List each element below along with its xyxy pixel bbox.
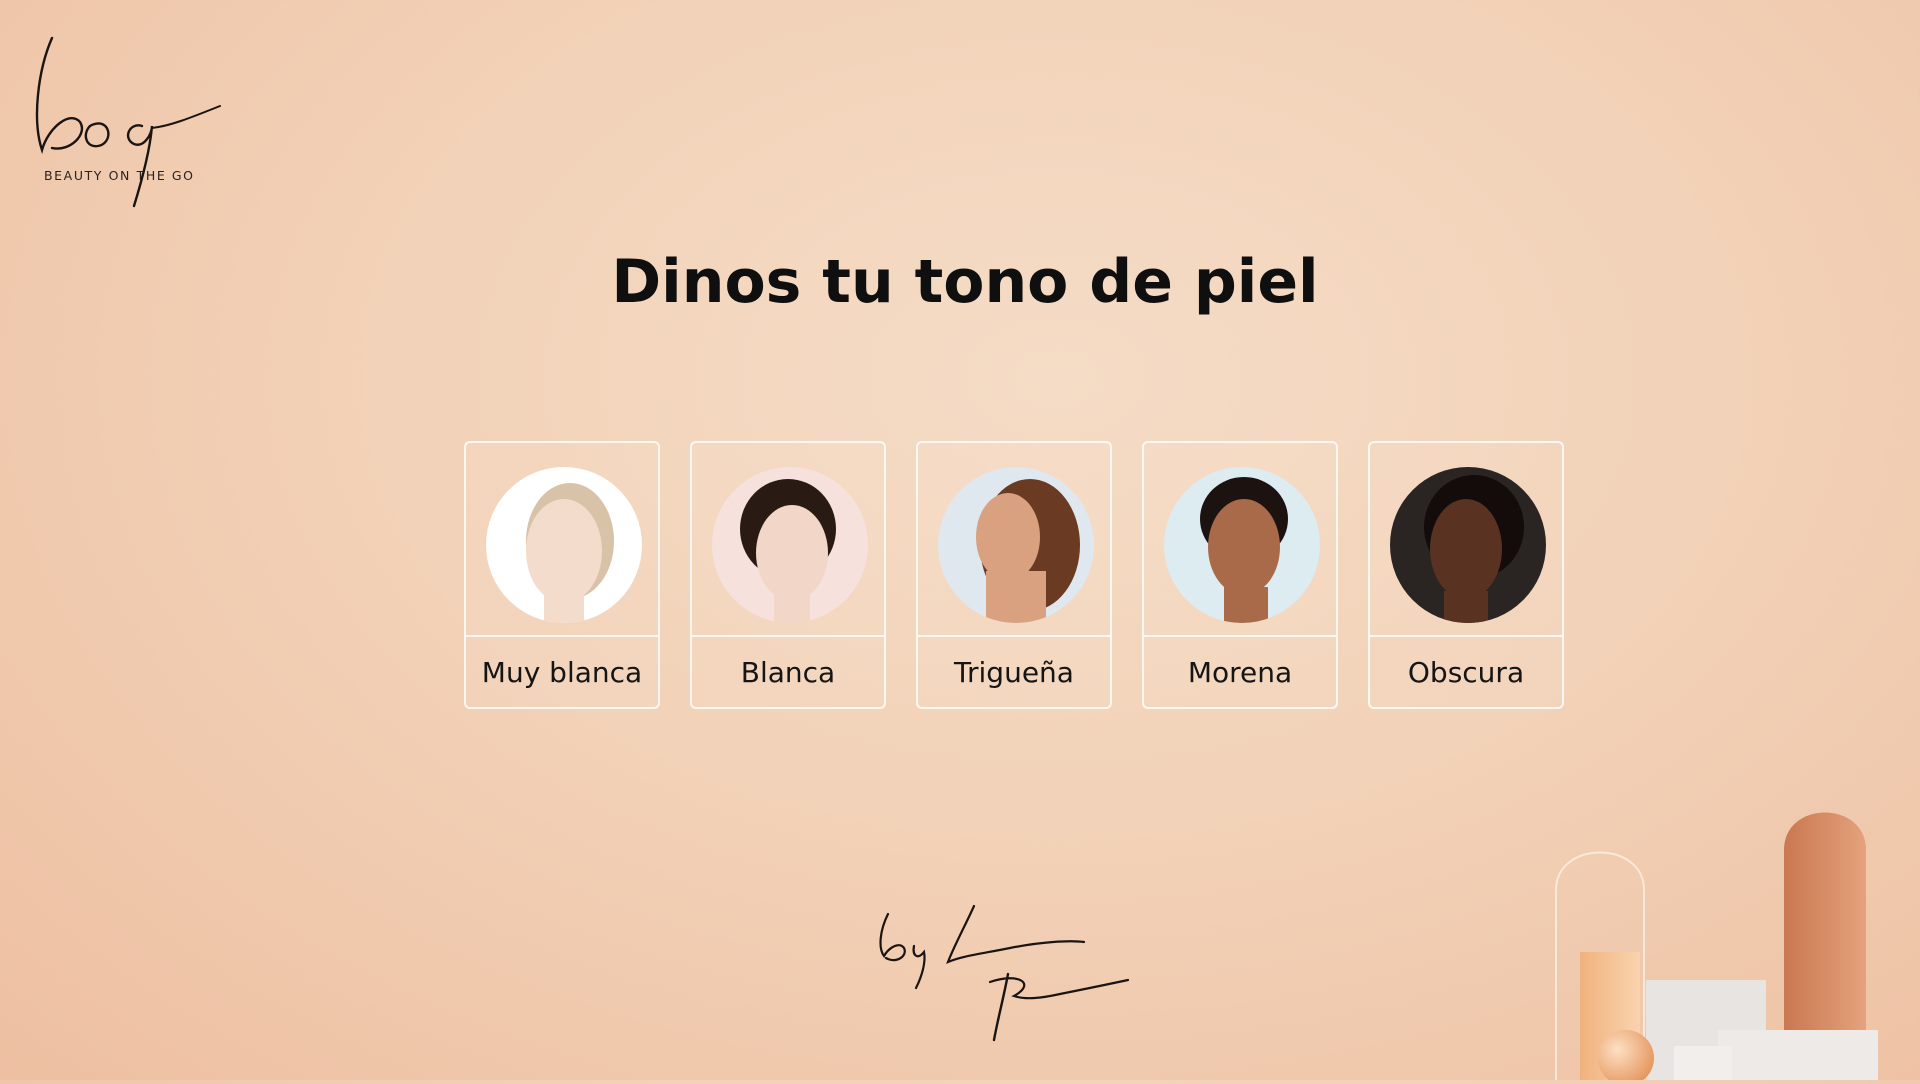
portrait-neck: [774, 593, 810, 623]
portrait-muy-blanca: [486, 467, 642, 623]
portrait-face: [976, 493, 1040, 581]
card-divider: [1370, 635, 1562, 637]
skin-tone-label: Morena: [1187, 656, 1293, 689]
skin-tone-label: Muy blanca: [481, 656, 643, 689]
portrait-morena: [1164, 467, 1320, 623]
portrait-face: [1208, 499, 1280, 595]
skin-tone-option-blanca[interactable]: Blanca: [690, 441, 886, 709]
portrait-triguena: [938, 467, 1094, 623]
card-divider: [466, 635, 658, 637]
portrait-neck: [544, 595, 584, 623]
portrait-blanca: [712, 467, 868, 623]
podium-illustration: [1555, 812, 1878, 1084]
decorative-podium-scene: [1480, 740, 1920, 1084]
signature-mark: [879, 904, 1130, 1042]
brand-logo: BEAUTY ON THE GO: [30, 30, 230, 215]
skin-tone-label: Blanca: [740, 656, 836, 689]
page-title: Dinos tu tono de piel: [611, 247, 1319, 317]
card-divider: [1144, 635, 1336, 637]
skin-tone-label: Trigueña: [954, 656, 1074, 689]
logo-tagline: BEAUTY ON THE GO: [44, 168, 195, 183]
portrait-face: [1430, 499, 1502, 599]
portrait-obscura: [1390, 467, 1546, 623]
portrait-neck: [1224, 587, 1268, 623]
skin-tone-option-muy-blanca[interactable]: Muy blanca: [464, 441, 660, 709]
skin-tone-label: Obscura: [1407, 656, 1525, 689]
portrait-face: [756, 505, 828, 601]
bog-logo-mark: [35, 36, 221, 208]
skin-tone-options: Muy blanca Blanca Trigueña Morena Obscur…: [464, 441, 1566, 711]
skin-tone-option-morena[interactable]: Morena: [1142, 441, 1338, 709]
portrait-neck: [986, 571, 1046, 623]
skin-tone-option-triguena[interactable]: Trigueña: [916, 441, 1112, 709]
skin-tone-option-obscura[interactable]: Obscura: [1368, 441, 1564, 709]
portrait-face: [526, 499, 602, 603]
author-signature: [870, 900, 1150, 1050]
card-divider: [918, 635, 1110, 637]
portrait-neck: [1444, 591, 1488, 623]
card-divider: [692, 635, 884, 637]
